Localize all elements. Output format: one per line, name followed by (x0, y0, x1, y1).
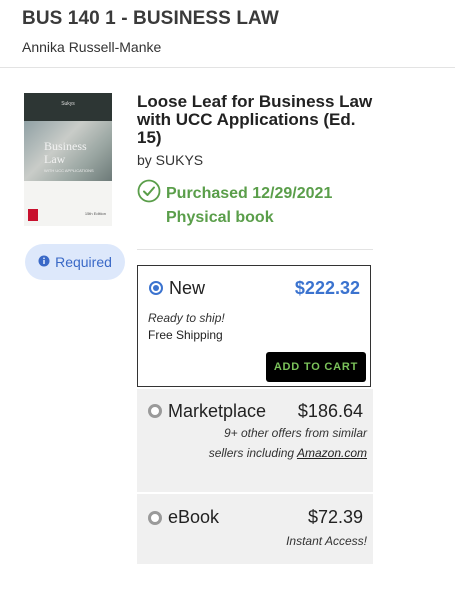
cover-author: Sukys (61, 101, 75, 107)
book-format: Physical book (166, 209, 274, 226)
radio-ebook[interactable] (148, 511, 162, 525)
purchase-status: Purchased 12/29/2021 (137, 179, 332, 208)
option-new[interactable]: New $222.32 Ready to ship! Free Shipping… (137, 265, 371, 387)
ebook-access-note: Instant Access! (286, 534, 367, 548)
radio-marketplace[interactable] (148, 404, 162, 418)
marketplace-offers-note: 9+ other offers from similar sellers inc… (197, 423, 367, 463)
cover-title-line2: Law (44, 152, 66, 166)
course-title: BUS 140 1 - BUSINESS LAW (22, 8, 279, 29)
option-new-label: New (169, 278, 206, 298)
book-author: by SUKYS (137, 152, 204, 168)
purchased-date: Purchased 12/29/2021 (166, 184, 333, 202)
required-label: Required (55, 254, 112, 270)
option-marketplace-price: $186.64 (297, 401, 363, 421)
option-ebook-label: eBook (168, 507, 220, 527)
instructor-name: Annika Russell-Manke (22, 39, 162, 55)
amazon-link[interactable]: Amazon.com (297, 446, 367, 460)
book-cover-image: Sukys Business Law WITH UCC APPLICATIONS… (24, 93, 112, 226)
required-badge: Required (25, 244, 125, 280)
publisher-logo (28, 209, 38, 221)
radio-new[interactable] (149, 281, 163, 295)
book-title[interactable]: Loose Leaf for Business Law with UCC App… (137, 93, 375, 147)
ship-note: Ready to ship! (148, 311, 225, 325)
options-divider (137, 249, 373, 250)
header-divider (0, 67, 455, 68)
check-circle-icon (137, 179, 161, 208)
option-ebook-price: $72.39 (307, 507, 363, 527)
option-marketplace[interactable]: Marketplace $186.64 9+ other offers from… (137, 389, 373, 492)
shipping-note: Free Shipping (148, 328, 223, 342)
cover-subtitle: WITH UCC APPLICATIONS (44, 168, 94, 173)
cover-top-strip (24, 93, 112, 121)
info-icon (38, 254, 50, 270)
add-to-cart-button[interactable]: ADD TO CART (266, 352, 366, 382)
option-marketplace-label: Marketplace (168, 401, 267, 421)
option-new-price: $222.32 (294, 278, 360, 298)
cover-edition: 15th Edition (84, 211, 106, 216)
option-ebook[interactable]: eBook $72.39 Instant Access! (137, 494, 373, 564)
